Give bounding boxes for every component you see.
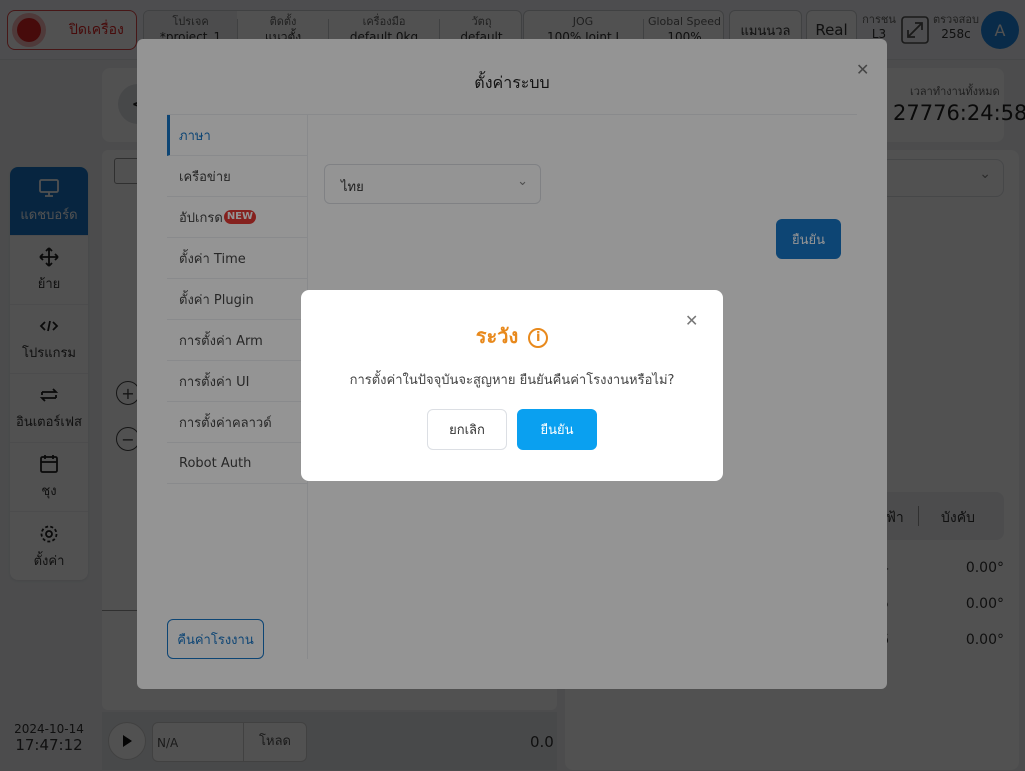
warning-confirm-button[interactable]: ยืนยัน (517, 409, 597, 450)
warning-title: ระวัง (475, 324, 519, 348)
warning-title-row: ระวัง i (301, 320, 723, 352)
warning-cancel-button[interactable]: ยกเลิก (427, 409, 507, 450)
info-icon: i (528, 328, 549, 348)
warning-close-icon[interactable]: ✕ (685, 311, 698, 330)
warning-message: การตั้งค่าในปัจจุบันจะสูญหาย ยืนยันคืนค่… (349, 373, 675, 388)
factory-reset-warning-dialog: ระวัง i ✕ การตั้งค่าในปัจจุบันจะสูญหาย ยื… (301, 290, 723, 481)
